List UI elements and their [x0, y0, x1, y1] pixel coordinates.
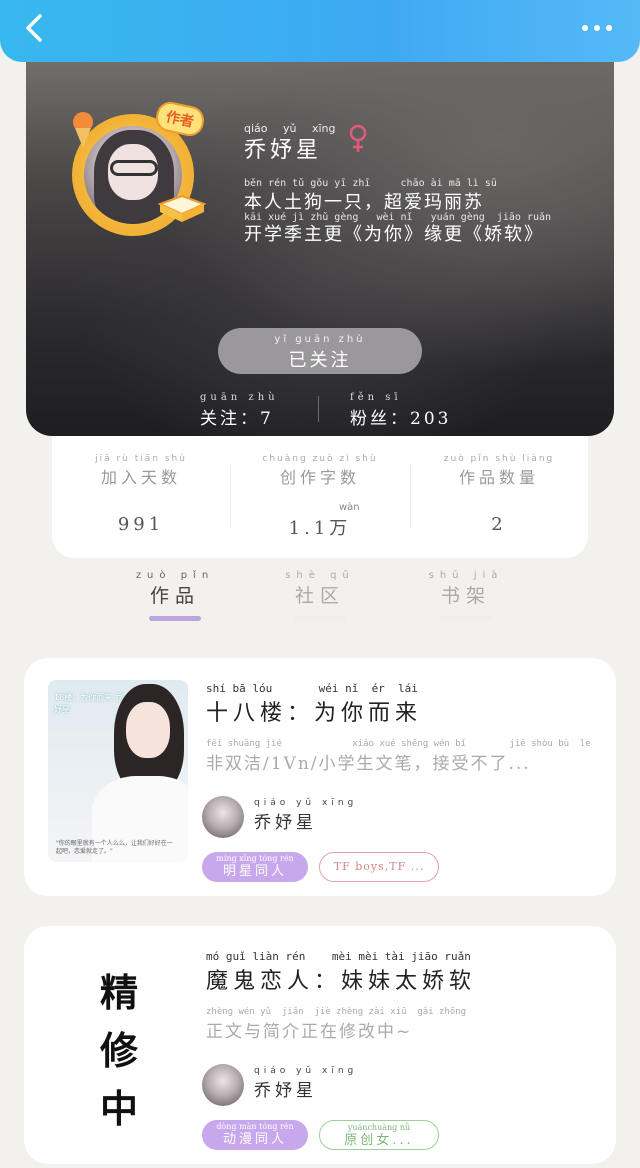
work-title[interactable]: 魔鬼恋人：妹妹太娇软	[206, 963, 596, 995]
status-vertical-text: 精修中	[99, 971, 138, 1131]
tag-chip[interactable]: míng xīng tóng rén 明星同人	[202, 852, 308, 882]
divider	[318, 396, 319, 422]
tag-label: 动漫同人	[222, 1132, 287, 1147]
tag-list: míng xīng tóng rén 明星同人 TF boys,TF ...	[202, 852, 596, 884]
stat-label-pinyin: zuò pǐn shù liàng	[443, 454, 555, 464]
tab-label: 作品	[149, 585, 200, 607]
tag-label: 明星同人	[222, 864, 287, 879]
book-icon	[158, 194, 206, 222]
following-pinyin: guān zhù	[200, 392, 279, 403]
tag-pinyin: dòng màn tóng rén	[216, 1122, 294, 1131]
profile-header: 作者 qiáo yǔ xīng 乔妤星 běn rén tǔ gǒu yī zh…	[26, 44, 614, 436]
tab-pinyin: shū jià	[428, 570, 504, 581]
work-info: mó guǐ liàn rén mèi mèi tài jiāo ruǎn 魔鬼…	[202, 950, 596, 1152]
following-label: 关注：7	[200, 409, 274, 429]
followed-button-pinyin: yǐ guān zhù	[274, 334, 366, 345]
cover-caption: "你的眼里就有一个人么么，让我们好好在一起吧，恋爱就走了。"	[56, 840, 173, 855]
stat-value: 2	[491, 514, 507, 535]
book-cover[interactable]: 18楼：为你而来 乔妤星 "你的眼里就有一个人么么，让我们好好在一起吧，恋爱就走…	[48, 680, 188, 862]
fans-pinyin: fěn sī	[350, 392, 402, 403]
author-avatar	[202, 1064, 244, 1106]
tab-works[interactable]: zuò pǐn 作品	[130, 570, 220, 621]
work-title[interactable]: 十八楼：为你而来	[206, 695, 596, 727]
ice-cream-icon	[73, 112, 93, 148]
fans-count[interactable]: fěn sī 粉丝：203	[350, 392, 452, 429]
stat-label-pinyin: chuàng zuò zì shù	[262, 454, 378, 464]
work-card[interactable]: 18楼：为你而来 乔妤星 "你的眼里就有一个人么么，让我们好好在一起吧，恋爱就走…	[24, 658, 616, 896]
work-description: 正文与简介正在修改中~	[206, 1022, 413, 1042]
fans-label: 粉丝：203	[350, 409, 452, 429]
tab-bar: zuò pǐn 作品 shè qū 社区 shū jià 书架	[0, 570, 640, 626]
tag-label: TF boys,TF ...	[333, 860, 425, 873]
work-description: 非双洁/1Vn/小学生文笔，接受不了...	[206, 754, 531, 774]
tab-bookshelf[interactable]: shū jià 书架	[421, 570, 511, 621]
bio-line1: 本人土狗一只，超爱玛丽苏	[244, 192, 484, 213]
tab-indicator	[149, 616, 201, 621]
author-pinyin: qiáo yǔ xīng	[254, 798, 358, 808]
tag-pinyin: yuánchuàng nǚ	[347, 1123, 411, 1132]
work-title-pinyin: mó guǐ liàn rén mèi mèi tài jiāo ruǎn	[206, 950, 471, 963]
tab-label: 社区	[294, 585, 345, 607]
author-avatar[interactable]: 作者	[70, 99, 207, 236]
tag-chip[interactable]: yuánchuàng nǚ 原创女...	[319, 1120, 439, 1150]
work-author[interactable]: qiáo yǔ xīng 乔妤星	[202, 1064, 596, 1108]
author-name: 乔妤星	[244, 138, 323, 163]
more-dots-icon[interactable]	[582, 25, 612, 31]
stat-label: 加入天数	[100, 468, 181, 487]
followed-button-label: 已关注	[288, 350, 352, 371]
bio-line2: 开学季主更《为你》缘更《娇软》	[244, 224, 544, 245]
author-name: 乔妤星	[254, 1081, 317, 1101]
following-count[interactable]: guān zhù 关注：7	[200, 392, 275, 429]
stat-join-days: jiā rù tiān shù 加入天数 991	[52, 454, 230, 535]
tag-chip[interactable]: dòng màn tóng rén 动漫同人	[202, 1120, 308, 1150]
tag-chip[interactable]: TF boys,TF ...	[319, 852, 439, 882]
work-card[interactable]: 精修中 mó guǐ liàn rén mèi mèi tài jiāo ruǎ…	[24, 926, 616, 1164]
tab-indicator	[440, 616, 492, 621]
tab-pinyin: zuò pǐn	[135, 570, 215, 581]
tag-list: dòng màn tóng rén 动漫同人 yuánchuàng nǚ 原创女…	[202, 1120, 596, 1152]
tag-label: 原创女...	[344, 1133, 414, 1148]
followed-button[interactable]: yǐ guān zhù 已关注	[218, 328, 422, 374]
work-title-pinyin: shí bā lóu wéi nǐ ér lái	[206, 682, 418, 695]
stat-value: 1.1万	[288, 518, 352, 539]
stat-works-count: zuò pǐn shù liàng 作品数量 2	[410, 454, 588, 535]
work-author[interactable]: qiáo yǔ xīng 乔妤星	[202, 796, 596, 840]
stat-word-count: chuàng zuò zì shù 创作字数 wàn 1.1万	[231, 454, 409, 540]
stat-label-pinyin: jiā rù tiān shù	[95, 454, 187, 464]
tag-pinyin: míng xīng tóng rén	[216, 854, 294, 863]
author-avatar	[202, 796, 244, 838]
stat-label: 创作字数	[279, 468, 360, 487]
stat-value: 991	[117, 514, 165, 535]
tab-label: 书架	[440, 585, 491, 607]
chevron-left-icon[interactable]	[22, 12, 48, 44]
tab-pinyin: shè qū	[285, 570, 355, 581]
work-desc-pinyin: fēi shuāng jié xiǎo xué shēng wén bǐ jiē…	[206, 739, 591, 749]
work-desc-pinyin: zhèng wén yǔ jiǎn jiè zhèng zài xiū gǎi …	[206, 1007, 467, 1017]
author-pinyin: qiáo yǔ xīng	[254, 1066, 358, 1076]
stats-card: jiā rù tiān shù 加入天数 991 chuàng zuò zì s…	[52, 434, 588, 558]
work-info: shí bā lóu wéi nǐ ér lái 十八楼：为你而来 fēi sh…	[202, 682, 596, 884]
tab-indicator	[294, 616, 346, 621]
stat-label: 作品数量	[458, 468, 539, 487]
tab-community[interactable]: shè qū 社区	[275, 570, 365, 621]
author-name: 乔妤星	[254, 813, 317, 833]
top-bar	[0, 0, 640, 62]
female-icon	[349, 124, 367, 152]
stat-value-pinyin: wàn	[339, 502, 360, 513]
